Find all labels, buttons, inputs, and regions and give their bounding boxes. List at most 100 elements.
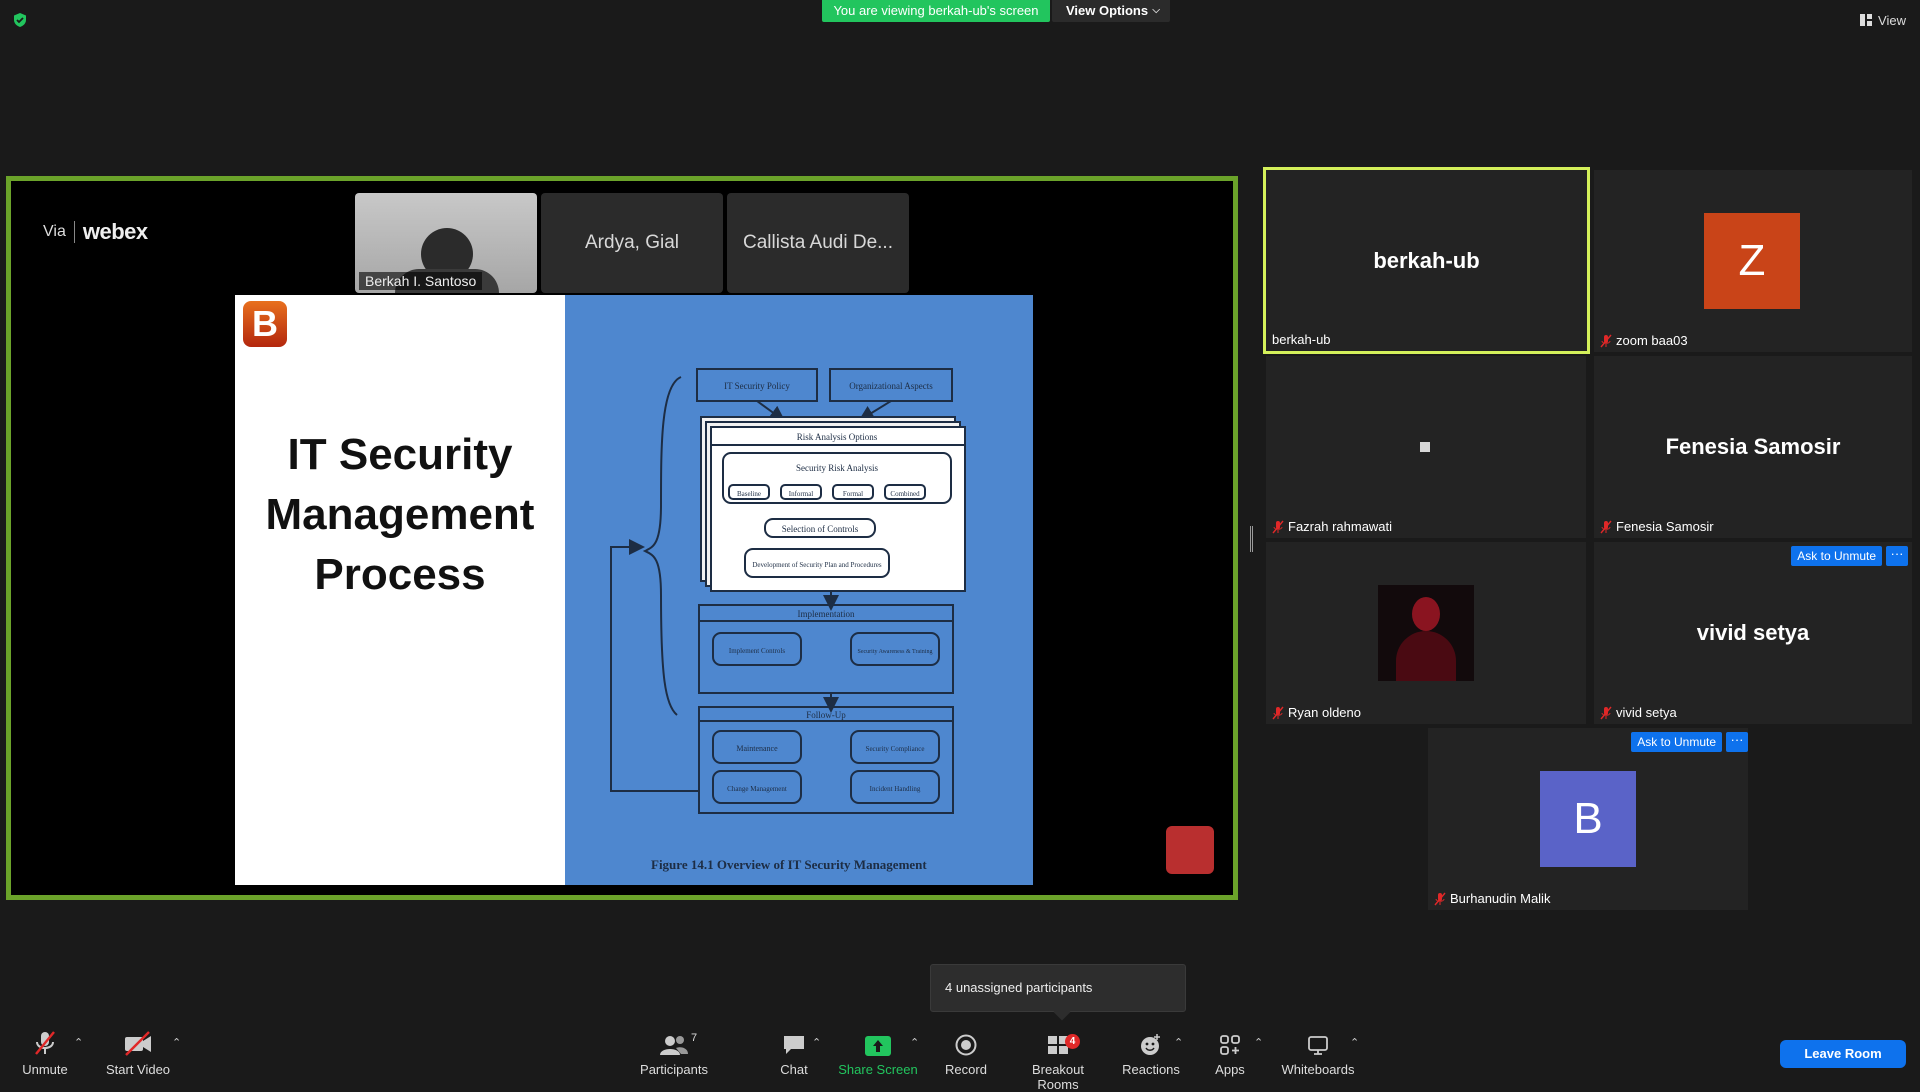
webex-via-text: Via bbox=[43, 223, 66, 240]
participant-name-label: vivid setya bbox=[1600, 705, 1677, 720]
share-options-caret-icon[interactable]: ⌃ bbox=[910, 1036, 919, 1049]
more-options-button[interactable]: ··· bbox=[1886, 546, 1908, 566]
participant-name-label: Ryan oldeno bbox=[1272, 705, 1361, 720]
video-off-icon bbox=[125, 1031, 151, 1056]
participant-photo bbox=[1378, 585, 1474, 681]
mic-muted-icon bbox=[35, 1031, 55, 1055]
reactions-button[interactable]: Reactions bbox=[1122, 1028, 1180, 1077]
chat-icon bbox=[784, 1036, 804, 1054]
apps-icon bbox=[1220, 1035, 1240, 1055]
participants-count: 7 bbox=[691, 1032, 698, 1044]
reactions-icon bbox=[1141, 1034, 1160, 1055]
diagram-label: Follow-Up bbox=[806, 710, 846, 720]
mic-muted-icon bbox=[1600, 706, 1612, 719]
logo-divider bbox=[73, 221, 75, 243]
gallery-view-icon bbox=[1860, 14, 1873, 26]
start-video-button[interactable]: Start Video bbox=[104, 1028, 172, 1077]
diagram-label: Development of Security Plan and Procedu… bbox=[752, 561, 882, 569]
breakout-rooms-button[interactable]: Breakout Rooms bbox=[1012, 1028, 1104, 1092]
diagram-label: IT Security Policy bbox=[724, 381, 790, 391]
whiteboards-button[interactable]: Whiteboards bbox=[1280, 1028, 1356, 1077]
ask-to-unmute-button[interactable]: Ask to Unmute bbox=[1791, 546, 1882, 566]
diagram-label: Organizational Aspects bbox=[849, 381, 933, 391]
mic-muted-icon bbox=[1272, 520, 1284, 533]
diagram-label: Maintenance bbox=[736, 744, 778, 753]
video-options-caret-icon[interactable]: ⌃ bbox=[172, 1036, 181, 1049]
reactions-caret-icon[interactable]: ⌃ bbox=[1174, 1036, 1183, 1049]
shared-screen[interactable]: Via webex Berkah I. Santoso Ardya, Gial … bbox=[6, 176, 1238, 900]
followup-box bbox=[698, 706, 954, 814]
security-shield-icon[interactable] bbox=[12, 12, 28, 28]
webex-tile-name: Ardya, Gial bbox=[585, 232, 679, 253]
slide-diagram-panel: IT Security Policy Organizational Aspect… bbox=[565, 295, 1033, 885]
share-screen-icon bbox=[865, 1036, 891, 1056]
participant-name: Burhanudin Malik bbox=[1450, 891, 1551, 906]
more-options-button[interactable]: ··· bbox=[1726, 732, 1748, 752]
participant-name-label: Fenesia Samosir bbox=[1600, 519, 1714, 534]
it-security-diagram: IT Security Policy Organizational Aspect… bbox=[610, 368, 966, 814]
participant-display-name: berkah-ub bbox=[1373, 247, 1480, 273]
start-video-label: Start Video bbox=[105, 1062, 171, 1077]
view-button[interactable]: View bbox=[1860, 10, 1906, 30]
webex-video-tile: Berkah I. Santoso bbox=[355, 193, 537, 293]
participants-button[interactable]: Participants bbox=[636, 1028, 712, 1077]
view-label: View bbox=[1878, 12, 1906, 28]
mic-muted-icon bbox=[1272, 706, 1284, 719]
slide-title: IT Security Management Process bbox=[265, 430, 535, 599]
participant-name: Ryan oldeno bbox=[1288, 705, 1361, 720]
participant-name-label: Fazrah rahmawati bbox=[1272, 519, 1392, 534]
participants-label: Participants bbox=[640, 1062, 708, 1077]
record-button[interactable]: Record bbox=[940, 1028, 992, 1077]
participant-name-label: zoom baa03 bbox=[1600, 333, 1688, 348]
diagram-label: Security Compliance bbox=[866, 745, 925, 753]
participant-tile[interactable]: Fazrah rahmawati bbox=[1266, 356, 1586, 538]
unmute-button[interactable]: Unmute bbox=[14, 1028, 76, 1077]
participant-name: berkah-ub bbox=[1272, 332, 1331, 347]
participant-name: Fazrah rahmawati bbox=[1288, 519, 1393, 534]
mic-muted-icon bbox=[1434, 892, 1446, 905]
breakout-rooms-label: Breakout Rooms bbox=[1031, 1062, 1085, 1092]
view-options-button[interactable]: View Options ⌵ bbox=[1052, 0, 1170, 22]
mic-muted-icon bbox=[1600, 334, 1612, 347]
chat-label: Chat bbox=[780, 1062, 808, 1077]
participant-tile[interactable]: Ryan oldeno bbox=[1266, 542, 1586, 724]
share-screen-button[interactable]: Share Screen bbox=[838, 1028, 918, 1077]
participant-tile[interactable]: Z zoom baa03 bbox=[1594, 170, 1912, 352]
participant-avatar: B bbox=[1540, 771, 1636, 867]
share-screen-label: Share Screen bbox=[838, 1062, 918, 1077]
apps-caret-icon[interactable]: ⌃ bbox=[1254, 1036, 1263, 1049]
unmute-label: Unmute bbox=[22, 1062, 68, 1077]
whiteboard-icon bbox=[1308, 1036, 1328, 1055]
participant-tile[interactable]: Fenesia Samosir Fenesia Samosir bbox=[1594, 356, 1912, 538]
webex-video-tile: Callista Audi De... bbox=[727, 193, 909, 293]
panel-resize-handle[interactable] bbox=[1250, 526, 1253, 552]
diagram-label: Risk Analysis Options bbox=[797, 432, 878, 442]
ask-to-unmute-button[interactable]: Ask to Unmute bbox=[1631, 732, 1722, 752]
participant-tile[interactable]: berkah-ub berkah-ub bbox=[1263, 167, 1590, 354]
diagram-label: Implement Controls bbox=[729, 647, 785, 655]
diagram-label: Baseline bbox=[737, 490, 761, 498]
audio-options-caret-icon[interactable]: ⌃ bbox=[74, 1036, 83, 1049]
diagram-label: Implementation bbox=[798, 609, 855, 619]
apps-button[interactable]: Apps bbox=[1210, 1028, 1250, 1077]
viewing-screen-banner: You are viewing berkah-ub's screen bbox=[822, 0, 1050, 22]
participant-name: zoom baa03 bbox=[1616, 333, 1688, 348]
breakout-count-badge: 4 bbox=[1065, 1034, 1080, 1049]
participant-name: Fenesia Samosir bbox=[1616, 519, 1714, 534]
chat-options-caret-icon[interactable]: ⌃ bbox=[812, 1036, 821, 1049]
whiteboards-caret-icon[interactable]: ⌃ bbox=[1350, 1036, 1359, 1049]
diagram-label: Security Risk Analysis bbox=[796, 463, 878, 473]
participant-placeholder-icon bbox=[1420, 442, 1430, 452]
participant-name-label: Burhanudin Malik bbox=[1434, 891, 1550, 906]
leave-room-button[interactable]: Leave Room bbox=[1780, 1040, 1906, 1068]
breakout-tooltip: 4 unassigned participants bbox=[930, 964, 1186, 1021]
record-icon bbox=[955, 1034, 977, 1056]
participant-tile[interactable]: B Ask to Unmute ··· Burhanudin Malik bbox=[1428, 728, 1748, 910]
participants-icon bbox=[660, 1036, 688, 1055]
participant-display-name: vivid setya bbox=[1696, 620, 1810, 645]
diagram-label: Formal bbox=[843, 490, 863, 498]
participant-tile[interactable]: vivid setya Ask to Unmute ··· vivid sety… bbox=[1594, 542, 1912, 724]
participant-avatar: Z bbox=[1704, 213, 1800, 309]
diagram-label: Combined bbox=[890, 490, 920, 498]
webex-tile-name: Callista Audi De... bbox=[743, 232, 893, 253]
